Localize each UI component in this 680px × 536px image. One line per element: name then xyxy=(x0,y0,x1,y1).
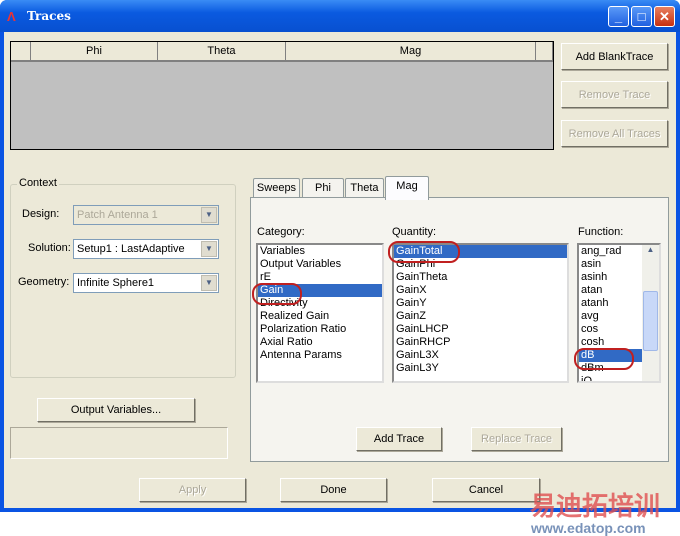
function-list[interactable]: ang_rad asin asinh atan atanh avg cos cosh dB dBm… xyxy=(577,243,661,383)
quantity-label: Quantity: xyxy=(392,226,437,238)
grid-header-theta[interactable]: Theta xyxy=(158,42,286,62)
status-box xyxy=(10,427,228,459)
maximize-button[interactable]: □ xyxy=(631,6,652,27)
done-button[interactable]: Done xyxy=(280,478,387,502)
category-item[interactable]: Polarization Ratio xyxy=(258,323,382,336)
function-item[interactable]: asinh xyxy=(579,271,642,284)
function-item[interactable]: iO xyxy=(579,375,642,381)
chevron-down-icon[interactable]: ▼ xyxy=(201,275,217,291)
function-item[interactable]: dBm xyxy=(579,362,642,375)
category-item[interactable]: Variables xyxy=(258,245,382,258)
quantity-item[interactable]: GainL3Y xyxy=(394,362,567,375)
function-label: Function: xyxy=(578,226,624,238)
function-item[interactable]: atan xyxy=(579,284,642,297)
traces-grid[interactable]: Phi Theta Mag xyxy=(10,41,554,150)
grid-header-blank xyxy=(11,42,31,62)
mag-tab-panel: Category: Quantity: Function: Variables O… xyxy=(250,197,669,462)
solution-label: Solution: xyxy=(28,242,71,254)
add-trace-button[interactable]: Add Trace xyxy=(356,427,442,451)
category-item[interactable]: Axial Ratio xyxy=(258,336,382,349)
function-item[interactable]: asin xyxy=(579,258,642,271)
quantity-item[interactable]: GainTheta xyxy=(394,271,567,284)
tab-phi[interactable]: Phi xyxy=(302,178,344,198)
solution-value: Setup1 : LastAdaptive xyxy=(77,243,185,255)
add-blank-trace-button[interactable]: Add BlankTrace xyxy=(561,43,668,70)
scroll-up-icon[interactable]: ▲ xyxy=(642,245,659,254)
minimize-button[interactable]: _ xyxy=(608,6,629,27)
grid-header-mag[interactable]: Mag xyxy=(286,42,536,62)
quantity-list[interactable]: GainTotal GainPhi GainTheta GainX GainY GainZ… xyxy=(392,243,569,383)
window-title: Traces xyxy=(27,9,71,23)
function-item[interactable]: dB xyxy=(579,349,642,362)
geometry-label: Geometry: xyxy=(18,276,70,288)
grid-header-end xyxy=(536,42,553,62)
dialog-body: Phi Theta Mag Add BlankTrace Remove Trac… xyxy=(4,32,676,536)
context-legend: Context xyxy=(17,177,59,189)
design-select: Patch Antenna 1 ▼ xyxy=(73,205,219,225)
design-label: Design: xyxy=(22,208,60,220)
apply-button[interactable]: Apply xyxy=(139,478,246,502)
function-item[interactable]: atanh xyxy=(579,297,642,310)
function-item[interactable]: cosh xyxy=(579,336,642,349)
category-item[interactable]: rE xyxy=(258,271,382,284)
scrollbar-thumb[interactable] xyxy=(643,291,658,351)
tab-sweeps[interactable]: Sweeps xyxy=(253,178,300,198)
quantity-item[interactable]: GainPhi xyxy=(394,258,567,271)
solution-select[interactable]: Setup1 : LastAdaptive ▼ xyxy=(73,239,219,259)
title-bar[interactable]: Λ Traces _ □ ✕ xyxy=(0,0,680,32)
replace-trace-button[interactable]: Replace Trace xyxy=(471,427,562,451)
function-item[interactable]: ang_rad xyxy=(579,245,642,258)
category-item[interactable]: Antenna Params xyxy=(258,349,382,362)
quantity-item[interactable]: GainLHCP xyxy=(394,323,567,336)
category-item[interactable]: Realized Gain xyxy=(258,310,382,323)
watermark-url: www.edatop.com xyxy=(531,520,646,536)
function-item[interactable]: cos xyxy=(579,323,642,336)
close-button[interactable]: ✕ xyxy=(654,6,675,27)
quantity-item[interactable]: GainY xyxy=(394,297,567,310)
geometry-select[interactable]: Infinite Sphere1 ▼ xyxy=(73,273,219,293)
quantity-item[interactable]: GainL3X xyxy=(394,349,567,362)
quantity-item[interactable]: GainX xyxy=(394,284,567,297)
design-value: Patch Antenna 1 xyxy=(77,209,158,221)
function-scrollbar[interactable]: ▲ xyxy=(642,245,659,381)
remove-all-traces-button[interactable]: Remove All Traces xyxy=(561,120,668,147)
chevron-down-icon: ▼ xyxy=(201,207,217,223)
category-item[interactable]: Directivity xyxy=(258,297,382,310)
quantity-item[interactable]: GainZ xyxy=(394,310,567,323)
category-label: Category: xyxy=(257,226,305,238)
chevron-down-icon[interactable]: ▼ xyxy=(201,241,217,257)
cancel-button[interactable]: Cancel xyxy=(432,478,540,502)
output-variables-button[interactable]: Output Variables... xyxy=(37,398,195,422)
geometry-value: Infinite Sphere1 xyxy=(77,277,155,289)
tab-theta[interactable]: Theta xyxy=(345,178,384,198)
function-item[interactable]: avg xyxy=(579,310,642,323)
tab-mag[interactable]: Mag xyxy=(385,176,429,200)
grid-header-phi[interactable]: Phi xyxy=(31,42,158,62)
category-item[interactable]: Output Variables xyxy=(258,258,382,271)
watermark-text: 易迪拓培训 xyxy=(530,492,661,522)
remove-trace-button[interactable]: Remove Trace xyxy=(561,81,668,108)
app-logo-icon: Λ xyxy=(7,9,16,24)
quantity-item[interactable]: GainRHCP xyxy=(394,336,567,349)
category-list[interactable]: Variables Output Variables rE Gain Directivi… xyxy=(256,243,384,383)
category-item[interactable]: Gain xyxy=(258,284,382,297)
quantity-item[interactable]: GainTotal xyxy=(394,245,567,258)
traces-window: Λ Traces _ □ ✕ Phi Theta Mag Add BlankTr… xyxy=(0,0,680,536)
